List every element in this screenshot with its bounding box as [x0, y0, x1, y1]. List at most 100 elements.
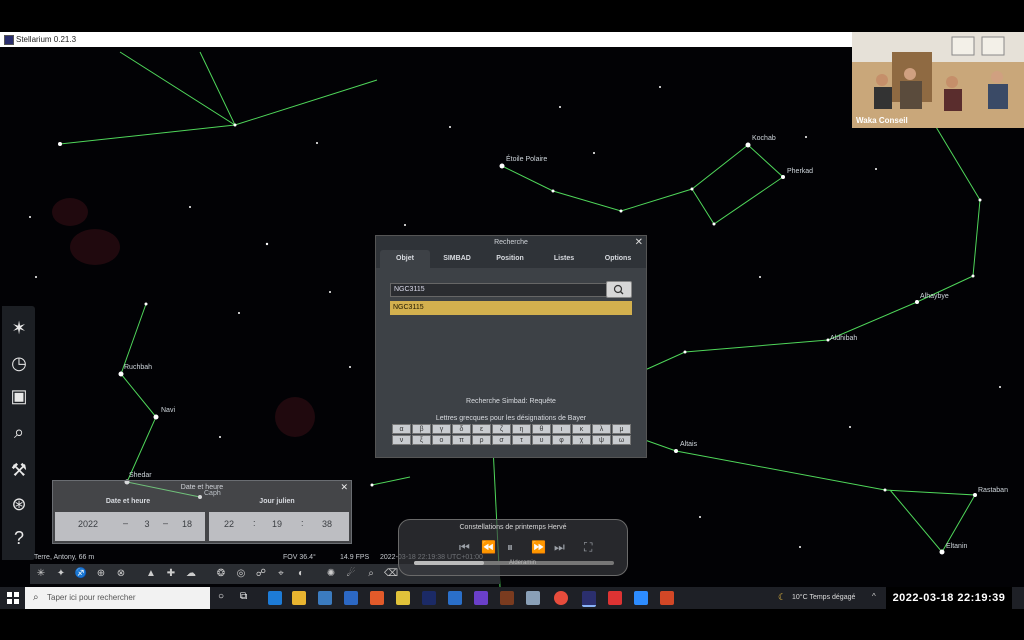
- mail-icon[interactable]: [344, 591, 358, 605]
- star-label: Eltanin: [946, 543, 968, 550]
- app-icon[interactable]: [526, 591, 540, 605]
- close-icon[interactable]: ✕: [635, 236, 643, 250]
- webcam-video: [852, 32, 1024, 128]
- star-label: Alderamin: [509, 560, 537, 566]
- panel-title: Date et heure: [180, 484, 224, 491]
- nebulae-icon[interactable]: ❂: [214, 567, 228, 581]
- greek-letter-key[interactable]: ξ: [412, 435, 431, 445]
- search-icon[interactable]: ⌕: [7, 420, 31, 444]
- greek-letter-key[interactable]: λ: [592, 424, 611, 434]
- greek-letter-key[interactable]: χ: [572, 435, 591, 445]
- greek-letter-key[interactable]: ρ: [472, 435, 491, 445]
- star-burst-icon[interactable]: ✶: [7, 316, 31, 340]
- fps-text: 14.9 FPS: [340, 554, 370, 561]
- greek-letter-key[interactable]: σ: [492, 435, 511, 445]
- task-view-icon[interactable]: ⧉: [240, 591, 254, 605]
- greek-letter-key[interactable]: υ: [532, 435, 551, 445]
- photoshop-icon[interactable]: [422, 591, 436, 605]
- year-field[interactable]: 2022: [68, 519, 108, 529]
- fullscreen-icon[interactable]: ⛶: [584, 540, 592, 555]
- ground-icon[interactable]: ▲: [144, 567, 158, 581]
- greek-letter-key[interactable]: κ: [572, 424, 591, 434]
- greek-letter-key[interactable]: μ: [612, 424, 631, 434]
- tab-options[interactable]: Options: [592, 250, 644, 268]
- meteor-icon[interactable]: ☄: [344, 567, 358, 581]
- search-button[interactable]: [606, 281, 632, 298]
- greek-letter-key[interactable]: δ: [452, 424, 471, 434]
- chevron-up-icon[interactable]: ^: [872, 592, 876, 601]
- search-icon[interactable]: ⌕: [364, 567, 378, 581]
- atmosphere-icon[interactable]: ☁: [184, 567, 198, 581]
- app-icon[interactable]: [608, 591, 622, 605]
- windows-start-icon[interactable]: [6, 591, 20, 605]
- store-icon[interactable]: [318, 591, 332, 605]
- sticky-notes-icon[interactable]: [396, 591, 410, 605]
- windows-taskbar: ⌕ Taper ici pour rechercher ○ ⧉ ☾ 10°C T…: [0, 587, 1024, 609]
- file-explorer-icon[interactable]: [292, 591, 306, 605]
- outlook-icon[interactable]: [448, 591, 462, 605]
- greek-letter-key[interactable]: ο: [432, 435, 451, 445]
- equatorial-grid-icon[interactable]: ⊕: [94, 567, 108, 581]
- greek-letter-key[interactable]: γ: [432, 424, 451, 434]
- greek-letter-key[interactable]: τ: [512, 435, 531, 445]
- constellation-lines-icon[interactable]: ✳: [34, 567, 48, 581]
- month-field[interactable]: 3: [135, 519, 159, 529]
- greek-letter-key[interactable]: φ: [552, 435, 571, 445]
- pause-icon[interactable]: ⏸: [507, 540, 513, 555]
- planets-labels-icon[interactable]: ◎: [234, 567, 248, 581]
- taskbar-search[interactable]: ⌕ Taper ici pour rechercher: [25, 587, 210, 609]
- greek-letter-key[interactable]: η: [512, 424, 531, 434]
- greek-letter-key[interactable]: θ: [532, 424, 551, 434]
- greek-letter-key[interactable]: ν: [392, 435, 411, 445]
- equatorial-mount-icon[interactable]: ☍: [254, 567, 268, 581]
- second-field[interactable]: 38: [315, 519, 339, 529]
- greek-letter-key[interactable]: ε: [472, 424, 491, 434]
- office-icon[interactable]: [370, 591, 384, 605]
- powerpoint-icon[interactable]: [660, 591, 674, 605]
- tab-listes[interactable]: Listes: [538, 250, 590, 268]
- tab-objet[interactable]: Objet: [380, 250, 430, 268]
- search-input[interactable]: NGC3115: [390, 283, 607, 297]
- skip-forward-icon[interactable]: ⏭: [554, 540, 565, 555]
- skip-back-icon[interactable]: ⏮: [459, 540, 470, 555]
- zoom-icon[interactable]: [634, 591, 648, 605]
- tab-position[interactable]: Position: [484, 250, 536, 268]
- cardinal-points-icon[interactable]: ✚: [164, 567, 178, 581]
- trash-icon[interactable]: ⌫: [384, 567, 398, 581]
- search-dialog: Recherche ✕ Objet SIMBAD Position Listes…: [375, 235, 647, 458]
- day-field[interactable]: 18: [175, 519, 199, 529]
- taskbar-clock[interactable]: 2022-03-18 22:19:39: [886, 587, 1012, 609]
- app-icon[interactable]: [500, 591, 514, 605]
- greek-letter-key[interactable]: α: [392, 424, 411, 434]
- greek-letter-key[interactable]: ζ: [492, 424, 511, 434]
- hour-field[interactable]: 22: [217, 519, 241, 529]
- greek-letter-key[interactable]: β: [412, 424, 431, 434]
- fast-forward-icon[interactable]: ⏩: [531, 540, 546, 554]
- tab-simbad[interactable]: SIMBAD: [432, 250, 482, 268]
- center-icon[interactable]: ⌖: [274, 567, 288, 581]
- date-time-panel: Date et heure ✕ Date et heure Jour julie…: [52, 480, 352, 544]
- tools-icon[interactable]: ⚒: [7, 458, 31, 482]
- rewind-icon[interactable]: ⏪: [481, 540, 496, 554]
- stellarium-taskbar-icon[interactable]: [582, 591, 596, 607]
- night-mode-icon[interactable]: ◐: [294, 567, 308, 581]
- azimuthal-grid-icon[interactable]: ⊗: [114, 567, 128, 581]
- constellation-labels-icon[interactable]: ✦: [54, 567, 68, 581]
- search-result-item[interactable]: NGC3115: [390, 301, 632, 315]
- greek-letter-key[interactable]: ψ: [592, 435, 611, 445]
- close-icon[interactable]: ✕: [340, 481, 348, 494]
- greek-letter-key[interactable]: π: [452, 435, 471, 445]
- compass-icon[interactable]: ⊛: [7, 492, 31, 516]
- sky-view-icon[interactable]: ▣: [7, 384, 31, 408]
- edge-icon[interactable]: [268, 591, 282, 605]
- clock-icon[interactable]: ◷: [7, 351, 31, 375]
- help-icon[interactable]: ?: [7, 526, 31, 550]
- greek-letter-key[interactable]: ι: [552, 424, 571, 434]
- greek-letter-key[interactable]: ω: [612, 435, 631, 445]
- app-icon[interactable]: [474, 591, 488, 605]
- cortana-icon[interactable]: ○: [218, 591, 232, 605]
- chrome-icon[interactable]: [554, 591, 568, 605]
- minute-field[interactable]: 19: [265, 519, 289, 529]
- constellation-art-icon[interactable]: ♐: [74, 567, 88, 581]
- satellites-icon[interactable]: ✺: [324, 567, 338, 581]
